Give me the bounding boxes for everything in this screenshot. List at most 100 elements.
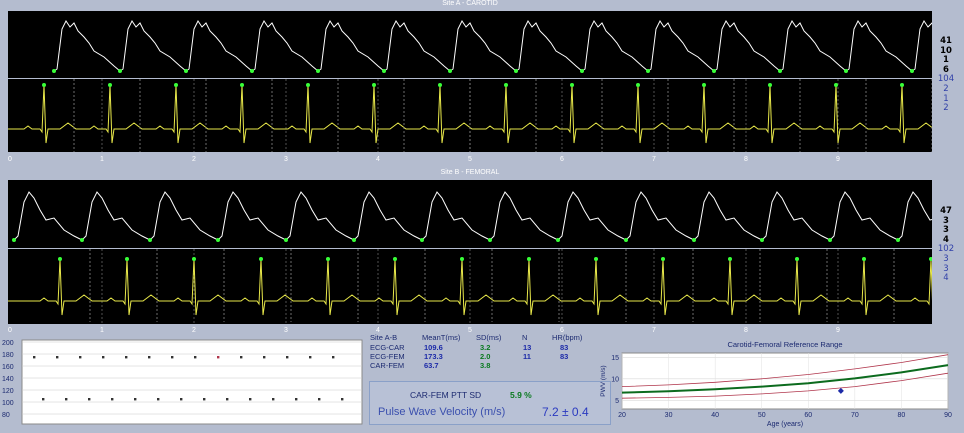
ptt-point-car [194,356,197,359]
ptt-point-fem [272,398,275,401]
r-peak-marker [570,83,574,87]
ptt-point-car [56,356,59,359]
ptt-point-fem [65,398,68,401]
foot-marker [760,238,764,242]
ptt-point-car [286,356,289,359]
pulse-trace [53,20,932,72]
pwv-label: Pulse Wave Velocity (m/s) [378,406,506,418]
time-tick-label: 9 [836,156,840,163]
ptt-point-fem [88,398,91,401]
stats-header: HR(bpm) [552,333,583,342]
foot-marker [828,238,832,242]
site-a-title: Site A - CAROTID [442,0,498,7]
stats-hr: 83 [560,343,569,352]
ptt-point-fem [42,398,45,401]
ref-x-tick: 60 [804,412,812,419]
r-peak-marker [661,257,665,261]
pulse-trace [13,191,932,241]
r-peak-marker [834,83,838,87]
foot-marker [382,69,386,73]
foot-marker [184,69,188,73]
time-tick-label: 9 [836,327,840,334]
foot-marker [12,238,16,242]
ref-x-tick: 80 [898,412,906,419]
reference-range-canvas: 5 10 15 20 30 40 50 60 70 80 90 Age (years) PWV (m/s… [600,352,952,428]
r-peak-marker [460,257,464,261]
stats-mean: 109.6 [424,343,443,352]
ptt-y-tick: 140 [2,376,14,383]
time-tick-label: 2 [192,156,196,163]
femoral-ecg-panel [8,249,932,324]
ref-x-tick: 90 [944,412,952,419]
carotid-pulse-panel [8,11,932,78]
foot-marker [420,238,424,242]
r-peak-marker [393,257,397,261]
time-tick-label: 7 [652,156,656,163]
ptt-y-tick: 160 [2,364,14,371]
r-peak-marker [108,83,112,87]
foot-marker [910,69,914,73]
ref-x-tick: 50 [758,412,766,419]
stats-sd: 3.8 [480,361,491,370]
r-peak-marker [42,83,46,87]
table-row: CAR-FEM 63.7 3.8 [370,361,610,371]
ptt-plot: 200 180 160 140 120 100 80 [0,338,364,426]
time-tick-label: 6 [560,156,564,163]
r-peak-marker [306,83,310,87]
foot-marker [624,238,628,242]
ptt-point-car [79,356,82,359]
femoral-ecg-waveform [8,249,932,324]
pwv-value: 7.2 ± 0.4 [542,405,589,419]
ref-y-tick: 15 [611,355,619,362]
ecg-trace [8,84,932,144]
r-peak-marker [728,257,732,261]
ref-y-tick: 10 [611,376,619,383]
time-tick-label: 0 [8,327,12,334]
ptt-point-car [171,356,174,359]
ref-x-label: Age (years) [767,421,803,428]
stats-site: CAR-FEM [370,361,405,370]
site-a-time-axis: 0 1 2 3 4 5 6 7 8 9 [0,156,940,166]
foot-marker [844,69,848,73]
carotid-ecg-panel [8,79,932,152]
time-tick-label: 4 [376,156,380,163]
ptt-point-fem [111,398,114,401]
time-tick-label: 8 [744,156,748,163]
stats-n: 11 [523,352,531,361]
ref-y-tick: 5 [615,398,619,405]
ptt-y-tick: 120 [2,388,14,395]
time-tick-label: 0 [8,156,12,163]
carotid-ecg-waveform [8,79,932,152]
r-peak-marker [125,257,129,261]
stats-hr: 83 [560,352,569,361]
ref-x-tick: 20 [618,412,626,419]
ptt-point-fem [226,398,229,401]
femoral-pulse-waveform [12,191,932,242]
ref-y-label: PWV (m/s) [600,365,607,396]
time-tick-label: 3 [284,327,288,334]
foot-marker [778,69,782,73]
foot-marker [250,69,254,73]
ptt-point-car [102,356,105,359]
r-peak-marker [174,83,178,87]
time-tick-label: 7 [652,327,656,334]
r-peak-marker [58,257,62,261]
femoral-pulse-panel [8,180,932,248]
r-peak-marker [900,83,904,87]
foot-marker [646,69,650,73]
ptt-point-car [332,356,335,359]
ptt-point-car [33,356,36,359]
r-peak-marker [326,257,330,261]
site-b-value: 4 [943,273,949,284]
foot-marker [488,238,492,242]
foot-marker [556,238,560,242]
ptt-point-fem [295,398,298,401]
stats-header: Site A-B [370,333,398,342]
r-peak-marker [527,257,531,261]
stats-header: SD(ms) [476,333,502,342]
time-tick-label: 1 [100,327,104,334]
r-peak-marker [259,257,263,261]
foot-marker [514,69,518,73]
foot-marker [352,238,356,242]
ptt-point-car [217,356,220,359]
